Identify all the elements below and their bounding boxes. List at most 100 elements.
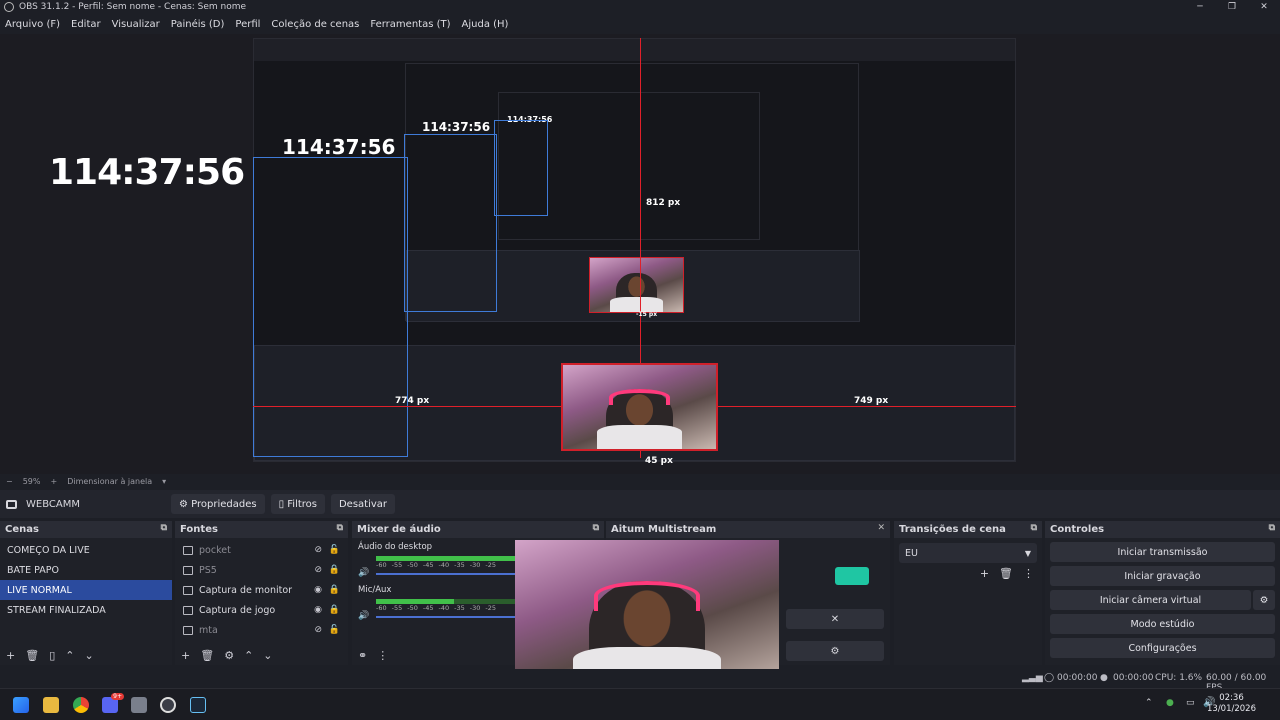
scene-item[interactable]: BATE PAPO	[0, 560, 172, 580]
restore-button[interactable]: ❐	[1216, 0, 1248, 14]
chrome-icon[interactable]	[73, 697, 89, 713]
menu-edit[interactable]: Editar	[71, 19, 101, 30]
dock-float-icon[interactable]: ⧉	[593, 523, 599, 533]
image-icon	[183, 545, 193, 555]
settings-app-icon[interactable]	[131, 697, 147, 713]
menu-view[interactable]: Visualizar	[112, 19, 160, 30]
start-virtual-camera-button[interactable]: Iniciar câmera virtual	[1050, 590, 1251, 610]
clock-overlay: 114:37:56	[49, 152, 245, 193]
minimize-button[interactable]: ─	[1184, 0, 1216, 14]
file-explorer-icon[interactable]	[43, 697, 59, 713]
nested-measure-label-1: 812 px	[646, 198, 681, 208]
dock-float-icon[interactable]: ⧉	[161, 523, 167, 533]
add-source-button[interactable]: +	[181, 649, 190, 662]
move-up-button[interactable]: ⌃	[244, 649, 253, 662]
camera-icon	[6, 499, 17, 509]
more-options-icon[interactable]: ⋮	[1023, 567, 1034, 580]
webcam-source-preview[interactable]	[561, 363, 718, 451]
menu-docks[interactable]: Painéis (D)	[171, 19, 225, 30]
properties-button[interactable]: ⚙ Propriedades	[170, 494, 265, 514]
selected-source-name: WEBCAMM	[26, 498, 80, 510]
stream-icon: ◯	[1044, 673, 1055, 683]
eye-icon[interactable]: ◉	[314, 585, 322, 595]
add-transition-button[interactable]: +	[980, 567, 989, 580]
windows-start-icon[interactable]	[13, 697, 29, 713]
discord-badge: 9+	[111, 693, 124, 700]
menu-tools[interactable]: Ferramentas (T)	[370, 19, 450, 30]
multistream-title: Aitum Multistream	[611, 524, 717, 535]
settings-button[interactable]: Configurações	[1050, 638, 1275, 658]
measure-right-label: 749 px	[854, 396, 889, 406]
scene-item-selected[interactable]: LIVE NORMAL	[0, 580, 172, 600]
unlock-icon[interactable]: 🔓	[329, 545, 340, 555]
obs-taskbar-icon[interactable]	[160, 697, 176, 713]
speaker-icon[interactable]: 🔊	[358, 611, 369, 621]
zoom-mode-select[interactable]: Dimensionar à janela	[67, 477, 152, 486]
remove-transition-button[interactable]: 🗑	[999, 567, 1013, 580]
remove-output-button[interactable]: ✕	[786, 609, 884, 629]
controls-dock: Controles ⧉ Iniciar transmissão Iniciar g…	[1045, 521, 1280, 665]
start-streaming-button[interactable]: Iniciar transmissão	[1050, 542, 1275, 562]
eye-hidden-icon[interactable]: ⊘	[314, 545, 322, 555]
virtual-camera-settings-icon[interactable]: ⚙	[1253, 590, 1275, 610]
unlock-icon[interactable]: 🔓	[329, 625, 340, 635]
link-icon[interactable]: ⚭	[358, 649, 367, 662]
move-down-button[interactable]: ⌄	[84, 649, 93, 662]
nested-measure-label-2: -15 px	[636, 311, 658, 318]
more-options-icon[interactable]: ⋮	[377, 649, 388, 662]
dock-float-icon[interactable]: ⧉	[337, 523, 343, 533]
dock-float-icon[interactable]: ⧉	[1269, 523, 1275, 533]
menu-profile[interactable]: Perfil	[235, 19, 260, 30]
eye-hidden-icon[interactable]: ⊘	[314, 565, 322, 575]
move-up-button[interactable]: ⌃	[65, 649, 74, 662]
source-properties-button[interactable]: ⚙	[224, 649, 234, 662]
network-tray-icon[interactable]: ▭	[1186, 698, 1195, 708]
add-scene-button[interactable]: +	[6, 649, 15, 662]
remove-source-button[interactable]: 🗑	[200, 649, 214, 662]
eye-hidden-icon[interactable]: ⊘	[314, 625, 322, 635]
dock-float-icon[interactable]: ⧉	[1031, 523, 1037, 533]
zoom-out-button[interactable]: −	[6, 477, 13, 486]
source-item[interactable]: Captura de jogo ◉ 🔒	[175, 600, 348, 620]
disable-button[interactable]: Desativar	[330, 494, 396, 514]
scene-item[interactable]: COMEÇO DA LIVE	[0, 540, 172, 560]
clock[interactable]: 02:36 13/01/2026	[1207, 693, 1256, 715]
lock-icon[interactable]: 🔒	[329, 605, 340, 615]
close-window-button[interactable]: ✕	[1248, 0, 1280, 14]
scene-item[interactable]: STREAM FINALIZADA	[0, 600, 172, 620]
monitor-icon	[183, 585, 193, 595]
move-down-button[interactable]: ⌄	[263, 649, 272, 662]
menu-scene-collection[interactable]: Coleção de cenas	[271, 19, 359, 30]
title-bar: OBS 31.1.2 - Perfil: Sem nome - Cenas: S…	[0, 0, 1280, 14]
scene-filters-button[interactable]: ▯	[49, 649, 55, 662]
source-item[interactable]: pocket ⊘ 🔓	[175, 540, 348, 560]
gamepad-icon	[183, 605, 193, 615]
discord-icon[interactable]: 9+	[102, 693, 124, 713]
tray-chevron-icon[interactable]: ⌃	[1145, 698, 1153, 708]
source-item[interactable]: PS5 ⊘ 🔒	[175, 560, 348, 580]
menu-help[interactable]: Ajuda (H)	[462, 19, 509, 30]
preview-canvas[interactable]: 114:37:56 114:37:56 114:37:56 114:37:56 …	[0, 34, 1280, 474]
menu-file[interactable]: Arquivo (F)	[5, 19, 60, 30]
source-bounding-box[interactable]	[253, 157, 408, 457]
lock-icon[interactable]: 🔒	[329, 565, 340, 575]
zoom-in-button[interactable]: +	[50, 477, 57, 486]
filters-button[interactable]: ▯ Filtros	[270, 494, 325, 514]
steam-icon[interactable]	[190, 697, 206, 713]
dock-close-button[interactable]: ✕	[877, 523, 885, 533]
eye-icon[interactable]: ◉	[314, 605, 322, 615]
nested-clock-2: 114:37:56	[422, 120, 491, 134]
start-recording-button[interactable]: Iniciar gravação	[1050, 566, 1275, 586]
network-icon: ▂▃▅	[1022, 673, 1043, 683]
source-item[interactable]: mta ⊘ 🔓	[175, 620, 348, 640]
transition-select[interactable]: EU ▼	[899, 543, 1037, 563]
lock-icon[interactable]: 🔒	[329, 585, 340, 595]
chevron-down-icon[interactable]: ▾	[162, 477, 166, 486]
broadcast-toggle[interactable]	[835, 567, 869, 585]
webcam-overlay	[515, 540, 779, 688]
microphone-icon[interactable]: ●	[1166, 698, 1174, 708]
studio-mode-button[interactable]: Modo estúdio	[1050, 614, 1275, 634]
settings-output-button[interactable]: ⚙	[786, 641, 884, 661]
source-item[interactable]: Captura de monitor ◉ 🔒	[175, 580, 348, 600]
remove-scene-button[interactable]: 🗑	[25, 649, 39, 662]
